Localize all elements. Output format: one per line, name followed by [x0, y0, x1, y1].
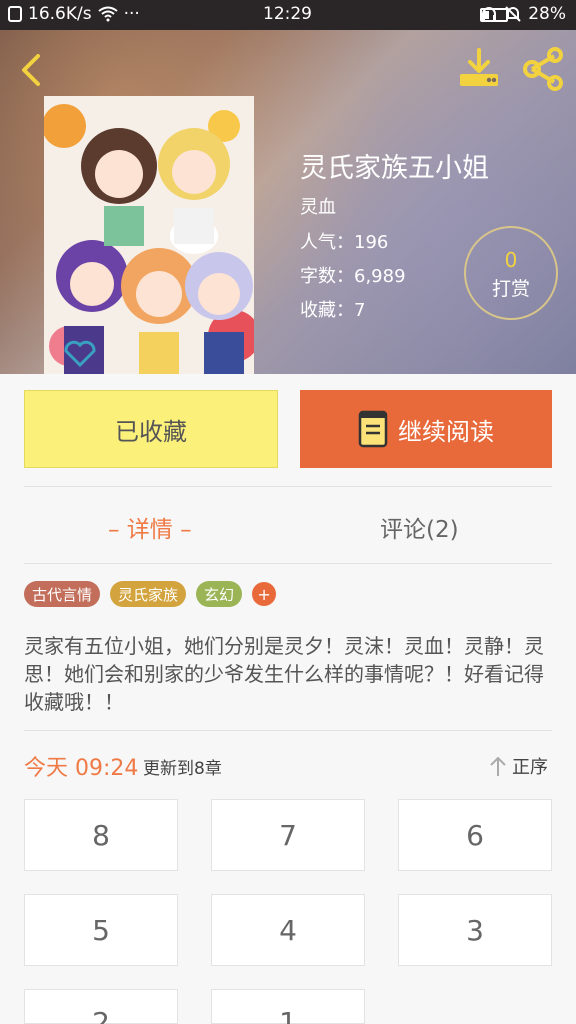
sort-order-button[interactable]: 正序	[488, 753, 548, 779]
tip-count: 0	[504, 248, 518, 272]
tab-comments[interactable]: 评论(2)	[380, 510, 459, 544]
status-right: 28%	[480, 4, 566, 24]
update-text: 更新到8章	[143, 759, 222, 779]
battery-icon	[480, 8, 509, 22]
chapter-button[interactable]: 5	[24, 894, 178, 966]
overflow-dots: ···	[123, 4, 140, 24]
battery-percent: 28%	[528, 4, 566, 24]
continue-reading-button[interactable]: 继续阅读	[300, 390, 552, 468]
sim-icon	[8, 6, 22, 22]
update-date: 今天 09:24	[24, 756, 139, 781]
wifi-icon	[97, 6, 118, 22]
popularity-count: 人气：196	[300, 232, 389, 253]
back-arrow-icon[interactable]	[12, 50, 52, 90]
divider	[24, 730, 552, 731]
download-icon[interactable]	[456, 46, 502, 92]
chapter-button[interactable]: 6	[398, 799, 552, 871]
book-description: 灵家有五位小姐，她们分别是灵夕！灵沫！灵血！灵静！灵思！她们会和别家的少爷发生什…	[24, 634, 544, 714]
book-cover-image[interactable]	[44, 96, 254, 374]
book-title: 灵氏家族五小姐	[300, 153, 489, 184]
book-icon	[358, 410, 388, 448]
tip-label: 打赏	[491, 278, 530, 300]
tag-list: 古代言情 灵氏家族 玄幻 +	[24, 581, 277, 607]
tip-button[interactable]: 0 打赏	[464, 226, 558, 320]
favorites-count: 收藏：7	[300, 300, 366, 321]
chapter-button[interactable]: 4	[211, 894, 365, 966]
divider	[24, 486, 552, 487]
divider	[24, 563, 552, 564]
chapter-button[interactable]: 1	[211, 989, 365, 1024]
share-icon[interactable]	[520, 46, 566, 92]
add-tag-button[interactable]: +	[252, 582, 277, 606]
continue-reading-label: 继续阅读	[398, 417, 494, 446]
tag-ling-family[interactable]: 灵氏家族	[110, 581, 187, 607]
tag-ancient-romance[interactable]: 古代言情	[24, 581, 101, 607]
book-header: 灵氏家族五小姐 灵血 人气：196 字数：6,989 收藏：7 0 打赏	[0, 30, 576, 374]
clock: 12:29	[263, 4, 312, 24]
status-bar: 16.6K/s ··· 12:29 28%	[0, 0, 576, 30]
status-left: 16.6K/s ···	[8, 4, 140, 24]
favorited-button[interactable]: 已收藏	[24, 390, 278, 468]
chapter-button[interactable]: 8	[24, 799, 178, 871]
chapter-button[interactable]: 7	[211, 799, 365, 871]
tab-detail[interactable]: – 详情 –	[108, 510, 192, 544]
chapter-button[interactable]: 3	[398, 894, 552, 966]
tag-fantasy[interactable]: 玄幻	[196, 581, 243, 607]
sort-order-label: 正序	[512, 757, 548, 778]
favorited-label: 已收藏	[115, 417, 187, 446]
book-author[interactable]: 灵血	[300, 193, 336, 219]
word-count: 字数：6,989	[300, 266, 406, 287]
net-speed: 16.6K/s	[28, 4, 92, 24]
chapter-button[interactable]: 2	[24, 989, 178, 1024]
sort-arrow-icon	[490, 756, 506, 776]
